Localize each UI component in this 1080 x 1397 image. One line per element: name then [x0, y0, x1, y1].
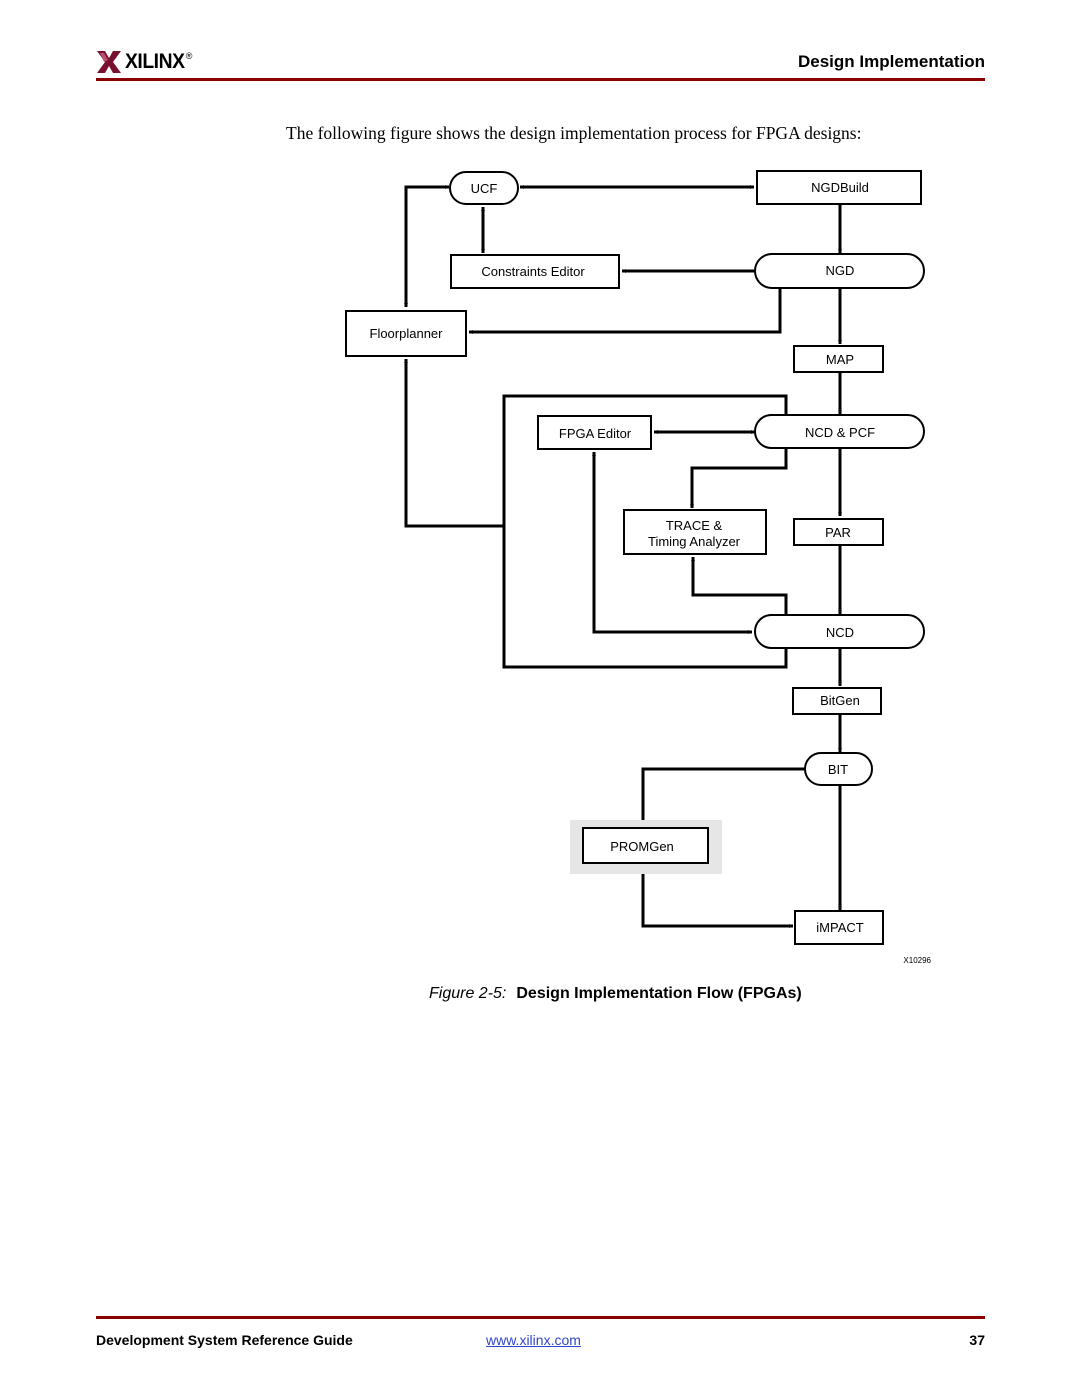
label-ucf: UCF [471, 181, 498, 196]
figure-id: X10296 [903, 956, 931, 965]
label-ngd: NGD [826, 263, 855, 278]
edge-loop-to-floorplanner [404, 359, 504, 528]
design-flow-diagram: UCF NGDBuild Constraints Editor NGD Floo… [345, 170, 932, 965]
label-bitgen: BitGen [820, 693, 860, 708]
edge-ucf-floorplanner [404, 185, 449, 307]
label-map: MAP [826, 352, 854, 367]
edge-ncd-trace [691, 557, 788, 615]
figure-title: Design Implementation Flow (FPGAs) [516, 985, 802, 1002]
edge-promgen-impact [641, 874, 793, 928]
footer-rule [96, 1316, 985, 1319]
label-trace-line2: Timing Analyzer [648, 534, 741, 549]
label-trace-line1: TRACE & [666, 518, 723, 533]
website-link[interactable]: www.xilinx.com [486, 1332, 581, 1348]
label-constraints-editor: Constraints Editor [481, 264, 585, 279]
label-impact: iMPACT [816, 920, 863, 935]
label-ngdbuild: NGDBuild [811, 180, 869, 195]
label-floorplanner: Floorplanner [370, 326, 444, 341]
figure-caption: Figure 2-5: Design Implementation Flow (F… [429, 985, 802, 1003]
edge-bit-promgen [641, 767, 805, 826]
label-ncd-pcf: NCD & PCF [805, 425, 875, 440]
label-fpga-editor: FPGA Editor [559, 426, 632, 441]
label-bit: BIT [828, 762, 848, 777]
label-ncd: NCD [826, 625, 854, 640]
edge-ncdpcf-trace [690, 449, 788, 508]
guide-title: Development System Reference Guide [96, 1332, 353, 1348]
figure-number: Figure 2-5: [429, 985, 507, 1002]
label-promgen: PROMGen [610, 839, 674, 854]
label-par: PAR [825, 525, 851, 540]
edge-ngd-floorplanner [469, 288, 782, 334]
page-number: 37 [969, 1332, 985, 1348]
